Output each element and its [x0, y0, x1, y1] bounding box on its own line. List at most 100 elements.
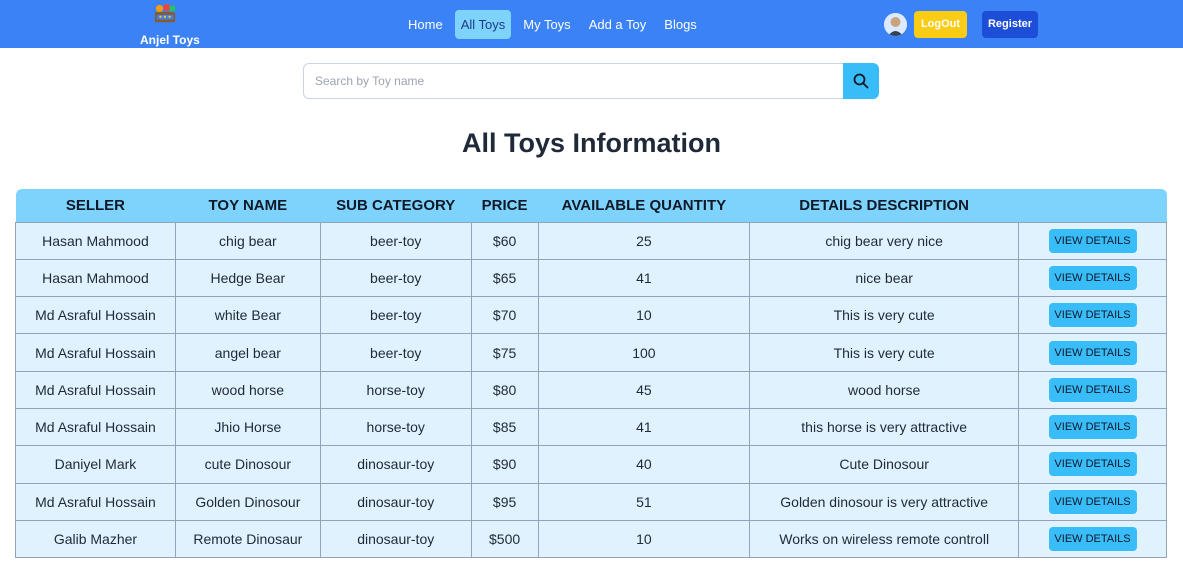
user-avatar-icon [884, 13, 907, 36]
column-header-toy-name: TOY NAME [208, 196, 288, 214]
view-details-button[interactable]: VIEW DETAILS [1048, 489, 1137, 514]
cell-sub-category: horse-toy [319, 370, 472, 409]
cell-quantity: 45 [537, 370, 751, 409]
toys-table: SELLER TOY NAME SUB CATEGORY PRICE AVAIL… [15, 189, 1167, 559]
column-header-sub-category: SUB CATEGORY [336, 196, 456, 214]
table-row: Hasan Mahmood Hedge Bear beer-toy $65 41 nice… [15, 258, 1167, 298]
cell-sub-category: beer-toy [319, 258, 472, 298]
brand-name: Anjel Toys [140, 33, 200, 47]
view-details-button[interactable]: VIEW DETAILS [1048, 377, 1137, 402]
cell-quantity: 41 [537, 258, 751, 298]
cell-seller: Md Asraful Hossain [15, 370, 176, 409]
cell-quantity: 10 [537, 296, 751, 335]
column-header-actions [1019, 189, 1167, 222]
cell-action: VIEW DETAILS [1018, 258, 1167, 298]
table-row: Md Asraful Hossain wood horse horse-toy $80… [15, 370, 1167, 409]
cell-description: This is very cute [749, 333, 1020, 372]
cell-sub-category: dinosaur-toy [319, 482, 472, 521]
cell-toy-name: angel bear [174, 333, 321, 372]
table-row: Md Asraful Hossain angel bear beer-toy $75 1… [15, 333, 1167, 372]
cell-toy-name: cute Dinosour [174, 445, 321, 484]
nav-link-add-a-toy[interactable]: Add a Toy [583, 10, 653, 39]
cell-description: this horse is very attractive [749, 407, 1020, 447]
view-details-button[interactable]: VIEW DETAILS [1048, 340, 1137, 365]
logout-button[interactable]: LogOut [914, 11, 967, 38]
nav-link-blogs[interactable]: Blogs [658, 10, 703, 39]
cell-seller: Md Asraful Hossain [15, 333, 176, 372]
cell-description: Works on wireless remote controll [749, 519, 1020, 559]
table-row: Md Asraful Hossain white Bear beer-toy $70 1… [15, 296, 1167, 335]
cell-sub-category: beer-toy [319, 296, 472, 335]
cell-price: $75 [470, 333, 539, 372]
cell-action: VIEW DETAILS [1018, 333, 1167, 372]
cell-toy-name: Golden Dinosour [174, 482, 321, 521]
cell-price: $80 [470, 370, 539, 409]
cell-toy-name: wood horse [174, 370, 321, 409]
cell-quantity: 25 [537, 221, 751, 260]
column-header-price: PRICE [481, 196, 528, 214]
search-input[interactable] [303, 63, 844, 99]
cell-seller: Md Asraful Hossain [15, 482, 176, 521]
cell-quantity: 100 [537, 333, 751, 372]
cell-quantity: 40 [537, 445, 751, 484]
table-row: Daniyel Mark cute Dinosour dinosaur-toy $90… [15, 445, 1167, 484]
cell-seller: Md Asraful Hossain [15, 296, 176, 335]
nav-link-home[interactable]: Home [402, 10, 449, 39]
view-details-button[interactable]: VIEW DETAILS [1048, 415, 1137, 440]
column-header-details-description: DETAILS DESCRIPTION [799, 196, 970, 214]
cell-seller: Md Asraful Hossain [15, 407, 176, 447]
cell-price: $500 [470, 519, 539, 559]
toy-basket-icon [154, 3, 176, 23]
cell-description: nice bear [749, 258, 1020, 298]
cell-sub-category: beer-toy [319, 333, 472, 372]
cell-price: $90 [470, 445, 539, 484]
nav-link-all-toys[interactable]: All Toys [454, 10, 512, 39]
page-title: All Toys Information [461, 128, 721, 158]
cell-action: VIEW DETAILS [1018, 370, 1167, 409]
table-row: Hasan Mahmood chig bear beer-toy $60 25 chig … [15, 221, 1167, 260]
cell-toy-name: Hedge Bear [174, 258, 321, 298]
table-row: Galib Mazher Remote Dinosaur dinosaur-toy $… [15, 519, 1167, 559]
cell-toy-name: chig bear [174, 221, 321, 260]
view-details-button[interactable]: VIEW DETAILS [1048, 303, 1137, 328]
cell-sub-category: horse-toy [319, 407, 472, 447]
cell-sub-category: beer-toy [319, 221, 472, 260]
navbar: Anjel Toys Home All Toys My Toys Add a Toy B… [0, 0, 1183, 48]
cell-price: $70 [470, 296, 539, 335]
cell-action: VIEW DETAILS [1018, 445, 1167, 484]
cell-action: VIEW DETAILS [1018, 296, 1167, 335]
cell-quantity: 41 [537, 407, 751, 447]
view-details-button[interactable]: VIEW DETAILS [1048, 452, 1137, 477]
view-details-button[interactable]: VIEW DETAILS [1048, 527, 1137, 552]
nav-links: Home All Toys My Toys Add a Toy Blogs [402, 10, 703, 39]
cell-price: $65 [470, 258, 539, 298]
cell-action: VIEW DETAILS [1018, 519, 1167, 559]
cell-price: $85 [470, 407, 539, 447]
cell-description: Golden dinosour is very attractive [749, 482, 1020, 521]
cell-action: VIEW DETAILS [1018, 221, 1167, 260]
cell-action: VIEW DETAILS [1018, 482, 1167, 521]
cell-toy-name: Remote Dinosaur [174, 519, 321, 559]
cell-price: $60 [470, 221, 539, 260]
cell-description: chig bear very nice [749, 221, 1020, 260]
cell-quantity: 51 [537, 482, 751, 521]
user-avatar[interactable] [884, 13, 907, 36]
column-header-seller: SELLER [65, 196, 126, 214]
cell-toy-name: Jhio Horse [174, 407, 321, 447]
cell-quantity: 10 [537, 519, 751, 559]
column-header-available-quantity: AVAILABLE QUANTITY [561, 196, 727, 214]
cell-action: VIEW DETAILS [1018, 407, 1167, 447]
view-details-button[interactable]: VIEW DETAILS [1048, 265, 1137, 290]
cell-description: This is very cute [749, 296, 1020, 335]
cell-seller: Daniyel Mark [15, 445, 176, 484]
register-button[interactable]: Register [982, 11, 1038, 38]
table-row: Md Asraful Hossain Golden Dinosour dinosau… [15, 482, 1167, 521]
cell-seller: Hasan Mahmood [15, 221, 176, 260]
view-details-button[interactable]: VIEW DETAILS [1048, 228, 1137, 253]
brand-logo[interactable]: Anjel Toys [138, 3, 202, 47]
search-button[interactable] [843, 63, 879, 99]
nav-link-my-toys[interactable]: My Toys [517, 10, 576, 39]
cell-toy-name: white Bear [174, 296, 321, 335]
cell-price: $95 [470, 482, 539, 521]
cell-sub-category: dinosaur-toy [319, 445, 472, 484]
